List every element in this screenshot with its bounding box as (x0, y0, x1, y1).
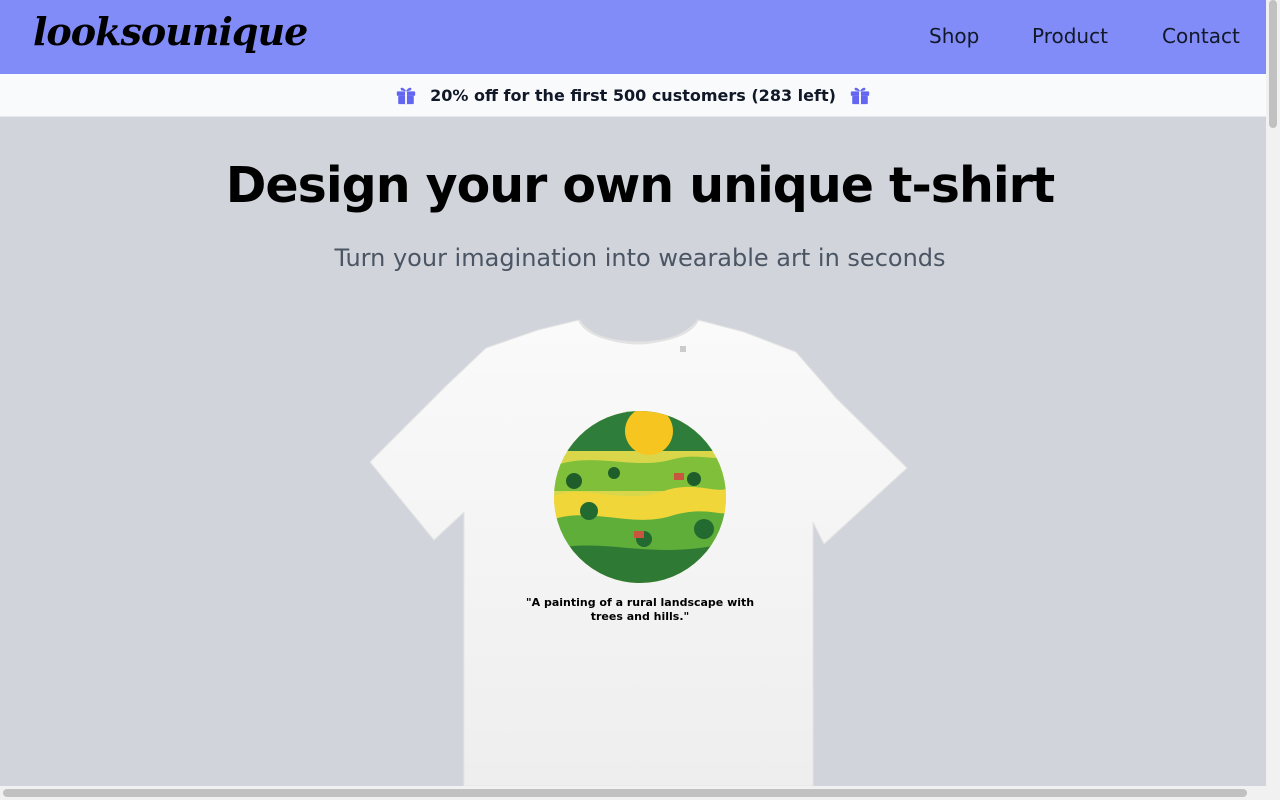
navbar: looksounique Shop Product Contact (0, 0, 1266, 74)
promo-text: 20% off for the first 500 customers (283… (430, 85, 836, 105)
promo-banner: 20% off for the first 500 customers (283… (0, 74, 1266, 117)
horizontal-scrollbar[interactable] (0, 786, 1266, 800)
horizontal-scrollbar-thumb[interactable] (3, 789, 1247, 797)
scrollbar-corner (1266, 786, 1280, 800)
vertical-scrollbar-thumb[interactable] (1269, 0, 1277, 128)
vertical-scrollbar[interactable] (1266, 0, 1280, 786)
nav-link-shop[interactable]: Shop (929, 24, 979, 48)
print-caption-line: trees and hills." (590, 610, 690, 623)
brand-logo[interactable]: looksounique (33, 9, 308, 54)
print-caption: "A painting of a rural landscape with tr… (520, 596, 760, 624)
print-caption-line: "A painting of a rural landscape with (525, 596, 755, 609)
nav-link-contact[interactable]: Contact (1162, 24, 1240, 48)
landscape-print-image (554, 411, 726, 583)
hero-title: Design your own unique t-shirt (225, 157, 1055, 214)
gift-icon (850, 87, 870, 105)
gift-icon (396, 87, 416, 105)
nav-link-product[interactable]: Product (1032, 24, 1108, 48)
page: looksounique Shop Product Contact 20% of… (0, 0, 1266, 786)
hero-subtitle: Turn your imagination into wearable art … (334, 244, 946, 272)
